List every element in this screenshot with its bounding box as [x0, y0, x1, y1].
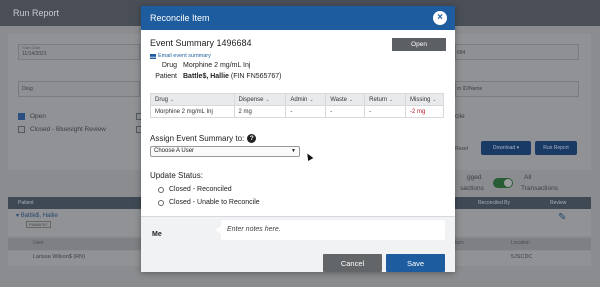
save-button[interactable]: Save	[386, 254, 445, 272]
start-date-value: 11/14/2021	[22, 51, 47, 57]
notes-author: Me	[152, 231, 162, 238]
reconcile-fragment: cile	[455, 113, 465, 120]
col-admin-label: Admin	[290, 96, 308, 103]
status-option-label: Closed - Unable to Reconcile	[169, 199, 260, 206]
modal-header: Reconcile Item ×	[141, 6, 455, 30]
radio-button[interactable]	[158, 199, 164, 206]
patient-value: Battle$, Hallie (FIN FN565767)	[183, 73, 281, 80]
notes-section: Me Enter notes here. Cancel Save	[141, 216, 455, 272]
help-icon[interactable]: ?	[247, 134, 257, 143]
start-date-label: Start Date	[22, 45, 41, 50]
col-reconciled-by[interactable]: Reconciled By	[478, 200, 510, 206]
drug-label: Drug	[161, 62, 177, 69]
chevron-down-icon: ▾	[516, 145, 520, 151]
col-dispense-label: Dispense	[238, 96, 264, 103]
radio-button[interactable]	[158, 186, 164, 193]
cell-return: -	[364, 105, 407, 118]
reset-link[interactable]: Reset	[455, 146, 468, 152]
assign-user-select-value: Choose A User	[154, 148, 195, 154]
drug-field[interactable]	[18, 81, 140, 97]
email-event-summary-link[interactable]: Email event summary	[150, 53, 211, 59]
patient-id-fragment: m ID/Name	[457, 86, 483, 92]
status-option-label: Closed - Reconciled	[169, 186, 232, 193]
sort-icon: ⌄	[432, 96, 437, 103]
col-waste[interactable]: Waste ⌄	[325, 93, 366, 106]
col-missing[interactable]: Missing ⌄	[405, 93, 444, 106]
col-drug[interactable]: Drug ⌄	[150, 93, 235, 106]
sort-icon: ⌄	[170, 96, 175, 103]
reconcile-item-modal: Reconcile Item × Event Summary 1496684 O…	[141, 6, 455, 272]
col-missing-label: Missing	[410, 96, 431, 103]
col-return[interactable]: turn	[455, 240, 464, 246]
assign-label: Assign Event Summary to: ?	[150, 134, 257, 143]
col-location[interactable]: Location	[511, 240, 530, 246]
close-icon[interactable]: ×	[433, 11, 447, 25]
run-report-button[interactable]: Run Report	[535, 141, 577, 155]
event-drug-table: Drug ⌄ Dispense ⌄ Admin ⌄ Waste ⌄ Return ⌄ Mi…	[150, 93, 444, 118]
row-user: Larissa Wilson$ (RN)	[33, 254, 85, 260]
edit-icon[interactable]: ✎	[558, 212, 566, 223]
open-button[interactable]: Open	[392, 38, 446, 51]
email-link-label: Email event summary	[158, 53, 211, 59]
sort-icon: ⌄	[309, 96, 314, 103]
flagged-fragment: gged	[467, 174, 482, 181]
table-row: Morphine 2 mg/mL Inj 2 mg - - - -2 mg	[150, 105, 444, 118]
summary-id-field[interactable]	[455, 44, 579, 60]
table-header-row: Drug ⌄ Dispense ⌄ Admin ⌄ Waste ⌄ Return ⌄ Mi…	[150, 93, 444, 106]
patient-badge: FN565767	[26, 221, 51, 228]
transactions-fragment: sactions	[460, 185, 484, 192]
patient-name: Battle$, Hallie	[183, 73, 229, 80]
update-status-label: Update Status:	[150, 171, 203, 180]
col-return[interactable]: Return ⌄	[364, 93, 407, 106]
summary-id-fragment: 684	[457, 50, 466, 56]
patient-link-label: Battle$, Hallie	[20, 213, 58, 219]
cell-dispense: 2 mg	[233, 105, 287, 118]
sort-icon: ⌄	[349, 96, 354, 103]
col-drug-label: Drug	[155, 96, 169, 103]
drug-value: Morphine 2 mg/mL Inj	[183, 62, 251, 69]
download-button[interactable]: Download ▾	[481, 141, 531, 155]
all-transactions-label-1: All	[524, 174, 532, 181]
cell-drug: Morphine 2 mg/mL Inj	[150, 105, 235, 118]
sort-icon: ⌄	[389, 96, 394, 103]
notes-input[interactable]: Enter notes here.	[215, 220, 445, 240]
all-transactions-label-2: Transactions	[521, 185, 558, 192]
envelope-icon	[150, 53, 156, 59]
col-patient[interactable]: Patient	[18, 200, 34, 206]
assign-user-select[interactable]: Choose A User ▼	[150, 146, 300, 157]
row-location: 5JSCDC	[511, 254, 533, 260]
col-review[interactable]: Review	[550, 200, 566, 206]
flagged-toggle[interactable]	[493, 178, 513, 188]
cell-missing: -2 mg	[405, 105, 444, 118]
col-user[interactable]: User	[33, 240, 44, 246]
event-summary-title: Event Summary 1496684	[150, 38, 252, 48]
modal-title: Reconcile Item	[150, 13, 210, 23]
cancel-button[interactable]: Cancel	[323, 254, 382, 272]
status-option-reconciled[interactable]: Closed - Reconciled	[158, 186, 232, 193]
patient-link[interactable]: ▾ Battle$, Hallie	[16, 212, 58, 219]
status-option-unable[interactable]: Closed - Unable to Reconcile	[158, 199, 260, 206]
assign-label-text: Assign Event Summary to:	[150, 134, 245, 143]
patient-label: Patient	[155, 73, 177, 80]
drug-field-label: Drug	[22, 86, 33, 92]
closed-bluesight-label: Closed - Bluesight Review	[30, 126, 106, 133]
col-admin[interactable]: Admin ⌄	[285, 93, 327, 106]
cell-admin: -	[285, 105, 327, 118]
open-checkbox-label: Open	[30, 113, 46, 120]
col-dispense[interactable]: Dispense ⌄	[233, 93, 287, 106]
col-waste-label: Waste	[330, 96, 348, 103]
closed-bluesight-checkbox[interactable]	[18, 126, 25, 133]
download-button-label: Download	[492, 145, 516, 151]
open-checkbox[interactable]	[18, 113, 25, 120]
cell-waste: -	[325, 105, 366, 118]
chevron-down-icon: ▼	[291, 148, 296, 154]
page-title: Run Report	[13, 8, 60, 18]
patient-fin: (FIN FN565767)	[230, 73, 282, 80]
sort-icon: ⌄	[265, 96, 270, 103]
col-return-label: Return	[369, 96, 388, 103]
